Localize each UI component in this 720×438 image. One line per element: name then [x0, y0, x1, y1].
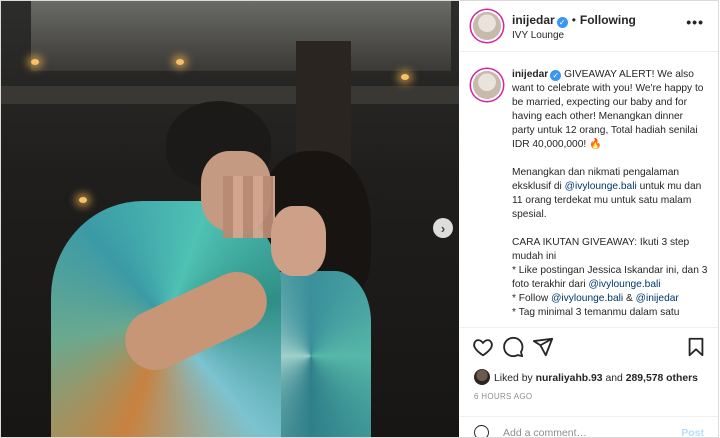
header-user-line: inijedar ✓ • Following	[512, 13, 636, 28]
following-button[interactable]: Following	[580, 13, 636, 27]
separator-dot: •	[571, 13, 576, 27]
caption-paragraph: CARA IKUTAN GIVEAWAY: Ikuti 3 step mudah…	[512, 236, 708, 320]
post-modal: › inijedar ✓ • Following IVY Lounge ••• ini…	[0, 0, 719, 438]
action-bar	[460, 327, 718, 368]
caption-giveaway-title: CARA IKUTAN GIVEAWAY: Ikuti 3 step mudah…	[512, 237, 690, 262]
comment-icon[interactable]	[502, 336, 524, 358]
likes-count-link[interactable]: 289,578 others	[626, 373, 698, 384]
likes-prefix: Liked by	[494, 373, 536, 384]
caption-text: inijedar ✓ GIVEAWAY ALERT! We also want t…	[512, 68, 708, 326]
post-header: inijedar ✓ • Following IVY Lounge •••	[460, 1, 718, 52]
caption-username-link[interactable]: inijedar	[512, 69, 548, 80]
mention-link[interactable]: @ivylounge.bali	[551, 293, 623, 304]
mention-link[interactable]: @ivylounge.bali	[588, 279, 660, 290]
verified-badge-icon: ✓	[550, 70, 562, 81]
avatar[interactable]	[473, 12, 501, 40]
likes-and: and	[602, 373, 626, 384]
bookmark-icon[interactable]	[685, 336, 707, 358]
heart-icon[interactable]	[472, 336, 494, 358]
post-sidebar: inijedar ✓ • Following IVY Lounge ••• inije…	[460, 1, 718, 437]
caption-text-1: GIVEAWAY ALERT! We also want to celebrat…	[512, 69, 704, 150]
caption-and: &	[623, 293, 636, 304]
location-link[interactable]: IVY Lounge	[512, 30, 564, 41]
comment-bar: Add a comment… Post	[460, 416, 718, 437]
photo-bg-lamp	[176, 59, 184, 65]
post-timestamp[interactable]: 6 HOURS AGO	[474, 392, 532, 401]
caption-step-2: * Follow	[512, 293, 552, 304]
photo-bg-window	[31, 1, 451, 71]
caption-paragraph: Menangkan dan nikmati pengalaman eksklus…	[512, 166, 708, 222]
username-link[interactable]: inijedar	[512, 13, 555, 27]
next-image-button[interactable]: ›	[433, 218, 453, 238]
comment-input[interactable]: Add a comment…	[503, 427, 587, 437]
more-horizontal-icon[interactable]: •••	[686, 14, 704, 30]
photo-hand	[271, 206, 326, 276]
caption-avatar[interactable]	[473, 71, 501, 99]
mention-link[interactable]: @ivylounge.bali	[565, 181, 637, 192]
emoji-icon[interactable]	[474, 425, 489, 437]
photo-bg-lamp	[31, 59, 39, 65]
caption-paragraph: inijedar ✓ GIVEAWAY ALERT! We also want t…	[512, 68, 708, 152]
caption-area[interactable]: inijedar ✓ GIVEAWAY ALERT! We also want t…	[460, 52, 718, 326]
caption-step-3: * Tag minimal 3 temanmu dalam satu	[512, 307, 680, 318]
photo-bg-lamp	[401, 74, 409, 80]
likes-line: Liked by nuraliyahb.93 and 289,578 other…	[474, 369, 698, 385]
share-icon[interactable]	[532, 336, 554, 358]
verified-badge-icon: ✓	[556, 17, 568, 28]
liker-avatar[interactable]	[474, 369, 490, 385]
photo-blurred-faces	[223, 176, 275, 238]
post-photo[interactable]: ›	[1, 1, 459, 437]
post-comment-button[interactable]: Post	[681, 427, 704, 437]
mention-link[interactable]: @inijedar	[636, 293, 679, 304]
chevron-right-icon: ›	[440, 220, 446, 236]
photo-bg-lamp	[79, 197, 87, 203]
liker-username-link[interactable]: nuraliyahb.93	[536, 373, 603, 384]
